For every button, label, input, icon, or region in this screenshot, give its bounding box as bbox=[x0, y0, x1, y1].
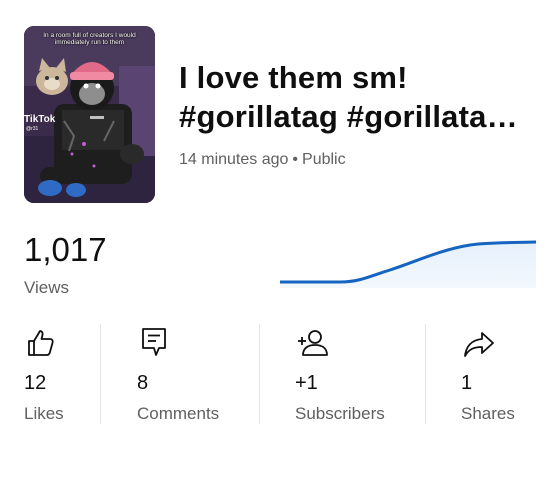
video-visibility: Public bbox=[302, 151, 346, 168]
video-thumbnail[interactable]: In a room full of creators I would immed… bbox=[24, 26, 155, 203]
thumbs-up-icon bbox=[28, 330, 54, 356]
views-count: 1,017 bbox=[24, 231, 107, 268]
stats-divider bbox=[425, 324, 426, 424]
likes-count: 12 bbox=[24, 372, 47, 394]
comments-label: Comments bbox=[137, 404, 220, 423]
thumbnail-watermark-handle: @r31 bbox=[26, 126, 39, 132]
stats-divider bbox=[100, 324, 101, 424]
comment-icon bbox=[142, 328, 166, 356]
add-person-icon bbox=[298, 330, 328, 356]
video-age: 14 minutes ago bbox=[179, 151, 289, 168]
video-title-line-1: I love them sm! bbox=[179, 60, 408, 95]
views-trend-chart bbox=[280, 240, 536, 288]
likes-label: Likes bbox=[24, 404, 64, 423]
thumbnail-watermark: TikTok bbox=[24, 114, 56, 125]
comments-count: 8 bbox=[137, 372, 149, 394]
video-meta: 14 minutes ago • Public bbox=[179, 151, 346, 169]
thumbnail-caption: In a room full of creators I would immed… bbox=[43, 32, 136, 46]
subscribers-label: Subscribers bbox=[295, 404, 385, 423]
video-title-line-2: #gorillatag #gorillata… bbox=[179, 99, 518, 134]
share-icon bbox=[464, 332, 494, 357]
stats-divider bbox=[259, 324, 260, 424]
views-label: Views bbox=[24, 278, 70, 297]
video-title[interactable]: I love them sm! #gorillatag #gorillata… bbox=[179, 58, 544, 136]
shares-count: 1 bbox=[461, 372, 473, 394]
subscribers-count: +1 bbox=[295, 372, 318, 394]
shares-label: Shares bbox=[461, 404, 515, 423]
meta-separator: • bbox=[292, 151, 299, 168]
